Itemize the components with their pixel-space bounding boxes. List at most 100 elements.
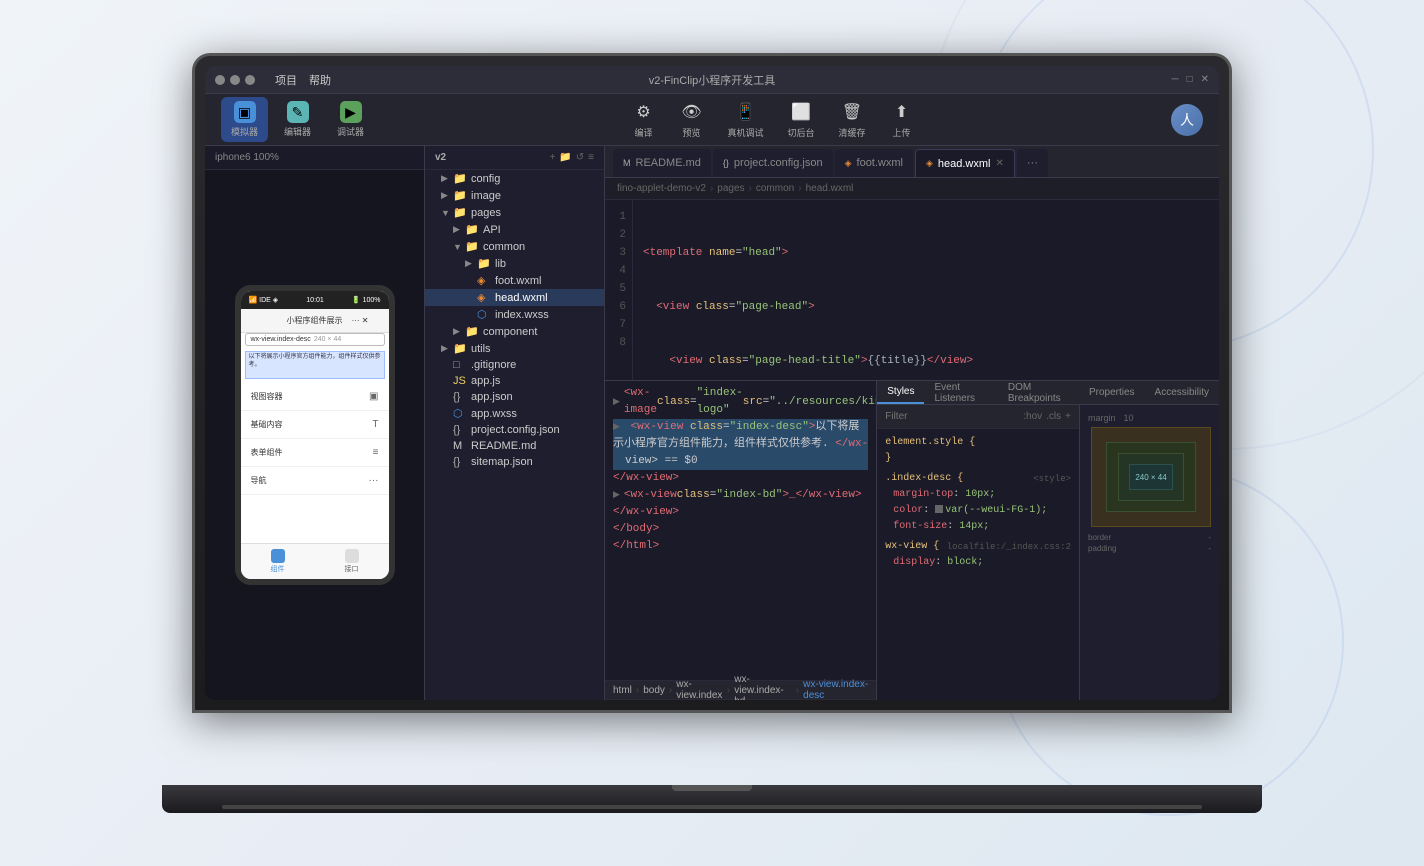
line-numbers: 1 2 3 4 5 6 7 8 xyxy=(605,200,633,380)
tree-item-component[interactable]: ▶ 📁 component xyxy=(425,323,604,340)
tree-item-app-js[interactable]: ▶ JS app.js xyxy=(425,373,604,389)
el-line-6: </body> xyxy=(613,521,868,538)
nav-item-component[interactable]: 组件 xyxy=(271,549,285,574)
ide-screen: 项目 帮助 v2-FinClip小程序开发工具 ─ □ ✕ ▣ 模拟器 xyxy=(205,66,1219,700)
tree-item-app-wxss[interactable]: ▶ ⬡ app.wxss xyxy=(425,405,604,422)
filter-cls-btn[interactable]: .cls xyxy=(1046,411,1061,422)
el-line-2[interactable]: ▶ <wx-view class="index-desc">以下将展示小程序官方… xyxy=(613,419,868,470)
tree-item-app-json[interactable]: ▶ {} app.json xyxy=(425,389,604,405)
tree-item-index-wxss[interactable]: ▶ ⬡ index.wxss xyxy=(425,306,604,323)
code-line-1: <template name="head"> xyxy=(643,244,1209,262)
el-expand-2[interactable]: ▶ xyxy=(613,422,620,432)
css-crumb-wx-view-index-hd[interactable]: wx-view.index-hd xyxy=(734,674,792,701)
css-crumb-html[interactable]: html xyxy=(613,685,632,696)
chevron-down-icon: ▼ xyxy=(441,208,453,218)
folder-icon: 📁 xyxy=(453,342,467,355)
phone-menu-item-1[interactable]: 视图容器 ▣ xyxy=(241,383,389,411)
collapse-icon[interactable]: ≡ xyxy=(588,152,594,163)
phone-frame: 📶 IDE ◈ 10:01 🔋 100% 小程序组件展示 ··· ✕ xyxy=(235,285,395,585)
filter-hover-btn[interactable]: :hov xyxy=(1023,411,1042,422)
styles-tab-dom-breakpoints[interactable]: DOM Breakpoints xyxy=(998,381,1079,404)
code-editor[interactable]: 1 2 3 4 5 6 7 8 <template name="head"> <… xyxy=(605,200,1219,380)
tree-item-config[interactable]: ▶ 📁 config xyxy=(425,170,604,187)
minimize-icon[interactable]: ─ xyxy=(1171,74,1178,85)
tab-project-config[interactable]: {} project.config.json xyxy=(713,149,833,177)
maximize-icon[interactable]: □ xyxy=(1187,74,1193,85)
user-avatar[interactable]: 人 xyxy=(1171,104,1203,136)
tree-item-pages[interactable]: ▼ 📁 pages xyxy=(425,204,604,221)
compile-action[interactable]: ⚙ 编译 xyxy=(632,100,656,139)
phone-menu-item-2[interactable]: 基础内容 T xyxy=(241,411,389,439)
folder-icon: 📁 xyxy=(453,172,467,185)
tree-item-image[interactable]: ▶ 📁 image xyxy=(425,187,604,204)
window-minimize-btn[interactable] xyxy=(230,75,240,85)
tab-more[interactable]: ··· xyxy=(1017,149,1048,177)
editor-button[interactable]: ✎ 编辑器 xyxy=(274,97,321,142)
tab-head-wxml[interactable]: ◈ head.wxml ✕ xyxy=(915,149,1015,177)
tree-item-foot-wxml[interactable]: ▶ ◈ foot.wxml xyxy=(425,272,604,289)
tree-item-common[interactable]: ▼ 📁 common xyxy=(425,238,604,255)
wxss-file-icon-2: ⬡ xyxy=(453,407,467,420)
upload-action[interactable]: ⬆ 上传 xyxy=(890,100,914,139)
tree-item-readme[interactable]: ▶ M README.md xyxy=(425,438,604,454)
el-expand-3[interactable]: ▶ xyxy=(613,487,620,504)
box-model-labels: border - padding - xyxy=(1088,533,1211,553)
editor-tab-bar: M README.md {} project.config.json ◈ foo… xyxy=(605,146,1219,178)
component-nav-icon xyxy=(271,549,285,563)
css-crumb-wx-view-index[interactable]: wx-view.index xyxy=(676,679,723,700)
simulator-button[interactable]: ▣ 模拟器 xyxy=(221,97,268,142)
new-file-icon[interactable]: + xyxy=(549,152,555,163)
window-close-btn[interactable] xyxy=(215,75,225,85)
tree-item-lib[interactable]: ▶ 📁 lib xyxy=(425,255,604,272)
toolbar-right: 人 xyxy=(1171,104,1203,136)
tree-label-image: image xyxy=(471,190,501,202)
clear-cache-action[interactable]: 🗑 清缓存 xyxy=(839,100,866,139)
elements-panel[interactable]: ▶ <wx-image class="index-logo" src="../r… xyxy=(605,381,876,680)
clear-cache-icon: 🗑 xyxy=(840,100,864,124)
toolbar-left-buttons: ▣ 模拟器 ✎ 编辑器 ▶ 调试器 xyxy=(221,97,374,142)
styles-tab-event-listeners[interactable]: Event Listeners xyxy=(924,381,997,404)
json-file-icon-3: {} xyxy=(453,456,467,468)
tree-label-app-wxss: app.wxss xyxy=(471,408,517,420)
styles-tab-properties[interactable]: Properties xyxy=(1079,381,1145,404)
styles-tab-accessibility[interactable]: Accessibility xyxy=(1145,381,1219,404)
tree-label-app-js: app.js xyxy=(471,375,500,387)
phone-menu-item-4[interactable]: 导航 ··· xyxy=(241,467,389,495)
el-expand-1[interactable]: ▶ xyxy=(613,394,620,411)
tree-item-gitignore[interactable]: ▶ □ .gitignore xyxy=(425,357,604,373)
line-num-8: 8 xyxy=(611,334,626,352)
tab-readme[interactable]: M README.md xyxy=(613,149,711,177)
phone-menu-item-3[interactable]: 表单组件 ≡ xyxy=(241,439,389,467)
css-crumb-wx-view-index-desc[interactable]: wx-view.index-desc xyxy=(803,679,868,700)
close-icon[interactable]: ✕ xyxy=(1201,74,1209,85)
menu-item-label-2: 基础内容 xyxy=(251,419,283,430)
tree-label-common: common xyxy=(483,241,525,253)
phone-menu-btn[interactable]: ··· ✕ xyxy=(352,316,369,325)
filter-add-btn[interactable]: + xyxy=(1065,411,1071,422)
styles-tab-styles[interactable]: Styles xyxy=(877,381,924,404)
background-action[interactable]: ⬜ 切后台 xyxy=(788,100,815,139)
menu-help[interactable]: 帮助 xyxy=(309,72,331,88)
tree-item-utils[interactable]: ▶ 📁 utils xyxy=(425,340,604,357)
menu-project[interactable]: 项目 xyxy=(275,72,297,88)
debugger-button[interactable]: ▶ 调试器 xyxy=(327,97,374,142)
chevron-right-icon: ▶ xyxy=(465,258,477,269)
phone-bottom-nav: 组件 接口 xyxy=(241,543,389,579)
filter-input[interactable] xyxy=(885,411,1017,422)
tree-item-head-wxml[interactable]: ▶ ◈ head.wxml xyxy=(425,289,604,306)
box-model-title: margin 10 xyxy=(1088,413,1134,423)
preview-action[interactable]: 👁 预览 xyxy=(680,100,704,139)
file-tree-actions: + 📁 ↺ ≡ xyxy=(549,152,594,163)
refresh-icon[interactable]: ↺ xyxy=(576,152,584,163)
css-crumb-body[interactable]: body xyxy=(643,685,665,696)
device-debug-action[interactable]: 📱 真机调试 xyxy=(728,100,764,139)
tree-item-sitemap[interactable]: ▶ {} sitemap.json xyxy=(425,454,604,470)
tree-item-api[interactable]: ▶ 📁 API xyxy=(425,221,604,238)
nav-item-interface[interactable]: 接口 xyxy=(345,549,359,574)
tab-close-icon[interactable]: ✕ xyxy=(995,158,1003,169)
window-maximize-btn[interactable] xyxy=(245,75,255,85)
tree-item-project-config[interactable]: ▶ {} project.config.json xyxy=(425,422,604,438)
code-content[interactable]: <template name="head"> <view class="page… xyxy=(633,200,1219,380)
new-folder-icon[interactable]: 📁 xyxy=(559,152,571,163)
tab-foot-wxml[interactable]: ◈ foot.wxml xyxy=(835,149,913,177)
